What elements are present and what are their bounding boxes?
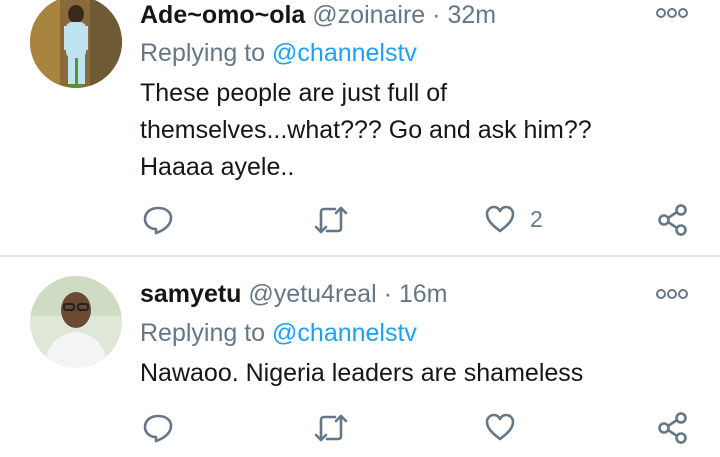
reply-button[interactable] [142, 412, 174, 444]
avatar[interactable] [30, 0, 122, 88]
avatar[interactable] [30, 276, 122, 368]
retweet-button[interactable] [313, 412, 349, 444]
like-icon [485, 413, 515, 441]
like-button[interactable]: 2 [484, 204, 543, 234]
retweet-icon [314, 414, 348, 442]
like-icon [485, 205, 515, 233]
timestamp[interactable]: 16m [399, 280, 448, 308]
retweet-icon [314, 206, 348, 234]
tweet-header: Ade~omo~ola @zoinaire · 32m [140, 0, 496, 30]
tweet-header: samyetu @yetu4real · 16m [140, 279, 448, 309]
reply-icon [143, 206, 173, 235]
retweet-button[interactable] [313, 204, 349, 236]
user-handle[interactable]: @yetu4real [248, 280, 376, 308]
share-icon [658, 204, 687, 236]
user-handle[interactable]: @zoinaire [312, 1, 425, 29]
more-icon[interactable] [655, 287, 689, 301]
tweet-text-line: Nawaoo. Nigeria leaders are shameless [140, 359, 584, 387]
reply-button[interactable] [142, 204, 174, 236]
display-name[interactable]: samyetu [140, 280, 241, 308]
separator: · [432, 1, 441, 29]
tweet-text-line: themselves...what??? Go and ask him?? [140, 116, 592, 144]
share-button[interactable] [656, 203, 690, 237]
replying-label: Replying to [140, 319, 266, 347]
timestamp[interactable]: 32m [447, 1, 496, 29]
display-name[interactable]: Ade~omo~ola [140, 1, 305, 29]
tweet-text-line: These people are just full of [140, 79, 448, 107]
divider [0, 255, 720, 257]
tweet-text-line: Haaaa ayele.. [140, 153, 295, 181]
share-icon [658, 412, 687, 444]
more-icon[interactable] [655, 6, 689, 20]
replying-to: Replying to @channelstv [140, 318, 417, 348]
replying-label: Replying to [140, 39, 266, 67]
like-button[interactable] [484, 412, 516, 442]
share-button[interactable] [656, 411, 690, 445]
mention-link[interactable]: @channelstv [272, 39, 417, 67]
reply-icon [143, 414, 173, 443]
replying-to: Replying to @channelstv [140, 38, 417, 68]
like-count: 2 [530, 205, 543, 232]
separator: · [383, 280, 392, 308]
mention-link[interactable]: @channelstv [272, 319, 417, 347]
